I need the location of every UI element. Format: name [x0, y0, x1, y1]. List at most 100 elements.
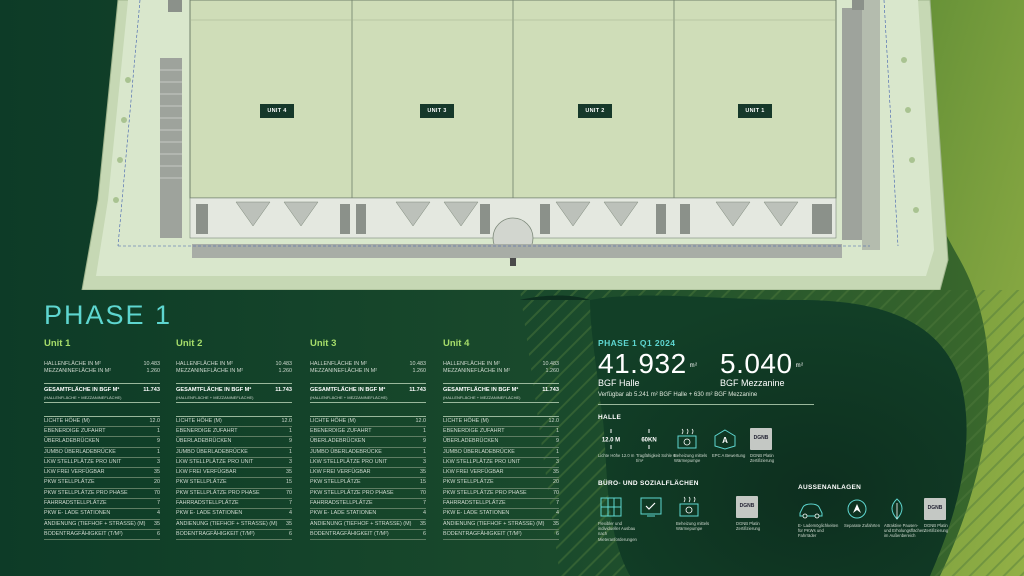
spec-row: PKW E- LADE STATIONEN 4 — [443, 509, 559, 520]
spec-label: PKW E- LADE STATIONEN — [443, 510, 510, 517]
spec-row: JUMBO ÜBERLADEBRÜCKE 1 — [44, 448, 160, 458]
spec-label: LKW FREI VERFÜGBAR — [176, 469, 237, 476]
spec-row: BODENTRAGFÄHIGKEIT (T/M²) 6 — [443, 530, 559, 541]
spec-row: ANDIENUNG (TIEFHOF + STRASSE) (M) 35 — [443, 520, 559, 530]
ev-car-icon — [798, 498, 824, 520]
spec-value: 7 — [423, 499, 426, 506]
gesamt-block: GESAMTFLÄCHE IN BGF M² 11.743 (HALLENFLÄ… — [310, 383, 426, 403]
spec-value: 3 — [289, 458, 292, 465]
spec-row: LKW STELLPLÄTZE PRO UNIT 3 — [44, 458, 160, 469]
spec-value: 4 — [289, 510, 292, 517]
spec-value: 1 — [556, 427, 559, 434]
gesamt-subtext: (HALLENFLÄCHE + MEZZANINEFLÄCHE) — [310, 394, 388, 400]
buero-feature — [638, 496, 680, 521]
mezzanine-value: 1.260 — [412, 368, 427, 375]
height-12m-icon: 12.0 M — [598, 428, 624, 450]
area-totals: 41.932 m² BGF Halle 5.040 m² BGF Mezzanine — [598, 348, 842, 389]
spec-label: FAHRRADSTELLPLÄTZE — [176, 499, 239, 506]
unit-title: Unit 1 — [44, 338, 71, 349]
spec-row: LICHTE HÖHE (M) 12.0 — [44, 417, 160, 427]
spec-label: LKW STELLPLÄTZE PRO UNIT — [176, 458, 254, 465]
spec-label: EBENERDIGE ZUFAHRT — [44, 427, 106, 434]
dgnb-icon: DGNB — [924, 498, 950, 520]
spec-row: ÜBERLADEBRÜCKEN 9 — [176, 437, 292, 448]
feature-text: Tragfähigkeit Sohle 6 t/m² — [636, 453, 676, 464]
mezzanine-label: MEZZANINEFLÄCHE IN M² — [443, 368, 511, 375]
epc-a-icon: A — [712, 428, 738, 450]
dgnb-icon: DGNB — [736, 496, 762, 518]
spec-value: 12.0 — [281, 417, 293, 424]
heat-pump-icon — [676, 496, 702, 518]
spec-row: LICHTE HÖHE (M) 12.0 — [443, 417, 559, 427]
mezzanine-total: 5.040 m² BGF Mezzanine — [720, 348, 842, 389]
spec-value: 9 — [289, 438, 292, 445]
spec-value: 70 — [420, 489, 426, 496]
spec-value: 9 — [157, 438, 160, 445]
buero-feature: Flexibler und individueller Ausbau nach … — [598, 496, 640, 542]
spec-label: JUMBO ÜBERLADEBRÜCKE — [443, 448, 515, 455]
spec-label: BODENTRAGFÄHIGKEIT (T/M²) — [443, 530, 522, 537]
spec-value: 4 — [157, 510, 160, 517]
spec-row: ÜBERLADEBRÜCKEN 9 — [44, 437, 160, 448]
spec-label: ÜBERLADEBRÜCKEN — [443, 438, 499, 445]
mezzanine-label: MEZZANINEFLÄCHE IN M² — [176, 368, 244, 375]
spec-value: 35 — [420, 520, 426, 527]
buero-feature: DGNB DGNB Platin Zertifizierung — [736, 496, 778, 531]
hallenflaeche-value: 10.483 — [143, 361, 161, 367]
spec-label: LKW FREI VERFÜGBAR — [443, 469, 504, 476]
spec-label: JUMBO ÜBERLADEBRÜCKE — [176, 448, 248, 455]
spec-row: LKW FREI VERFÜGBAR 35 — [176, 468, 292, 479]
spec-label: PKW STELLPLÄTZE — [443, 479, 494, 486]
spec-value: 4 — [423, 510, 426, 517]
spec-value: 7 — [289, 499, 292, 506]
spec-row: EBENERDIGE ZUFAHRT 1 — [310, 427, 426, 438]
navigation-icon — [844, 498, 870, 520]
spec-value: 7 — [556, 499, 559, 506]
spec-value: 3 — [423, 458, 426, 465]
mezz-value: 5.040 — [720, 348, 793, 379]
spec-label: EBENERDIGE ZUFAHRT — [310, 427, 372, 434]
gesamt-value: 11.743 — [275, 387, 292, 394]
gesamt-label: GESAMTFLÄCHE IN BGF M² — [44, 387, 120, 394]
halle-feature: 60KN Tragfähigkeit Sohle 6 t/m² — [636, 428, 676, 463]
halle-heading: HALLE — [598, 414, 622, 421]
mezzanine-value: 1.260 — [278, 368, 293, 375]
aussen-heading: AUSSENANLAGEN — [798, 484, 862, 491]
spec-label: ANDIENUNG (TIEFHOF + STRASSE) (M) — [44, 520, 146, 527]
halle-unit: m² — [689, 363, 698, 369]
spec-value: 1 — [423, 448, 426, 455]
aussen-feature: DGNB DGNB Platin Zertifizierung — [924, 498, 966, 533]
spec-label: EBENERDIGE ZUFAHRT — [443, 427, 505, 434]
spec-value: 15 — [286, 479, 292, 486]
hallenflaeche-value: 10.483 — [542, 361, 560, 367]
mezz-label: BGF Mezzanine — [720, 378, 785, 388]
spec-label: LKW FREI VERFÜGBAR — [44, 469, 105, 476]
spec-value: 1 — [423, 427, 426, 434]
site-unit-label: UNIT 4 — [260, 104, 294, 118]
unit-column: Unit 4 HALLENFLÄCHE IN M² 10.483 MEZZANI… — [443, 338, 560, 541]
spec-row: PKW STELLPLÄTZE PRO PHASE 70 — [176, 489, 292, 499]
spec-value: 1 — [289, 427, 292, 434]
spec-row: PKW STELLPLÄTZE 15 — [176, 478, 292, 489]
site-plan — [81, 0, 949, 290]
unit-title: Unit 4 — [443, 338, 470, 349]
grid-layout-icon — [598, 496, 624, 518]
spec-row: PKW E- LADE STATIONEN 4 — [44, 509, 160, 520]
spec-row: BODENTRAGFÄHIGKEIT (T/M²) 6 — [176, 530, 292, 541]
hallenflaeche-value: 10.483 — [275, 361, 293, 367]
spec-value: 35 — [553, 469, 559, 476]
feature-text: EPC A Bewertung — [712, 453, 746, 458]
site-unit-label: UNIT 2 — [578, 104, 612, 118]
spec-row: PKW E- LADE STATIONEN 4 — [310, 509, 426, 520]
summary-panel: PHASE 1 Q1 2024 41.932 m² BGF Halle 5.040… — [598, 338, 1018, 542]
spec-label: LKW STELLPLÄTZE PRO UNIT — [44, 458, 122, 465]
aussen-feature: E- Lademöglichkeiten für PKWs und Fahrrä… — [798, 498, 840, 539]
spec-value: 15 — [420, 479, 426, 486]
unit-column: Unit 2 HALLENFLÄCHE IN M² 10.483 MEZZANI… — [176, 338, 293, 541]
spec-row: LKW STELLPLÄTZE PRO UNIT 3 — [443, 458, 559, 469]
spec-label: FAHRRADSTELLPLÄTZE — [44, 499, 107, 506]
leaf-icon — [884, 498, 910, 520]
gesamt-block: GESAMTFLÄCHE IN BGF M² 11.743 (HALLENFLÄ… — [176, 383, 292, 403]
gesamt-label: GESAMTFLÄCHE IN BGF M² — [176, 387, 252, 394]
feature-text: Attraktive Pausen- und Erholungsflächen … — [884, 523, 925, 539]
